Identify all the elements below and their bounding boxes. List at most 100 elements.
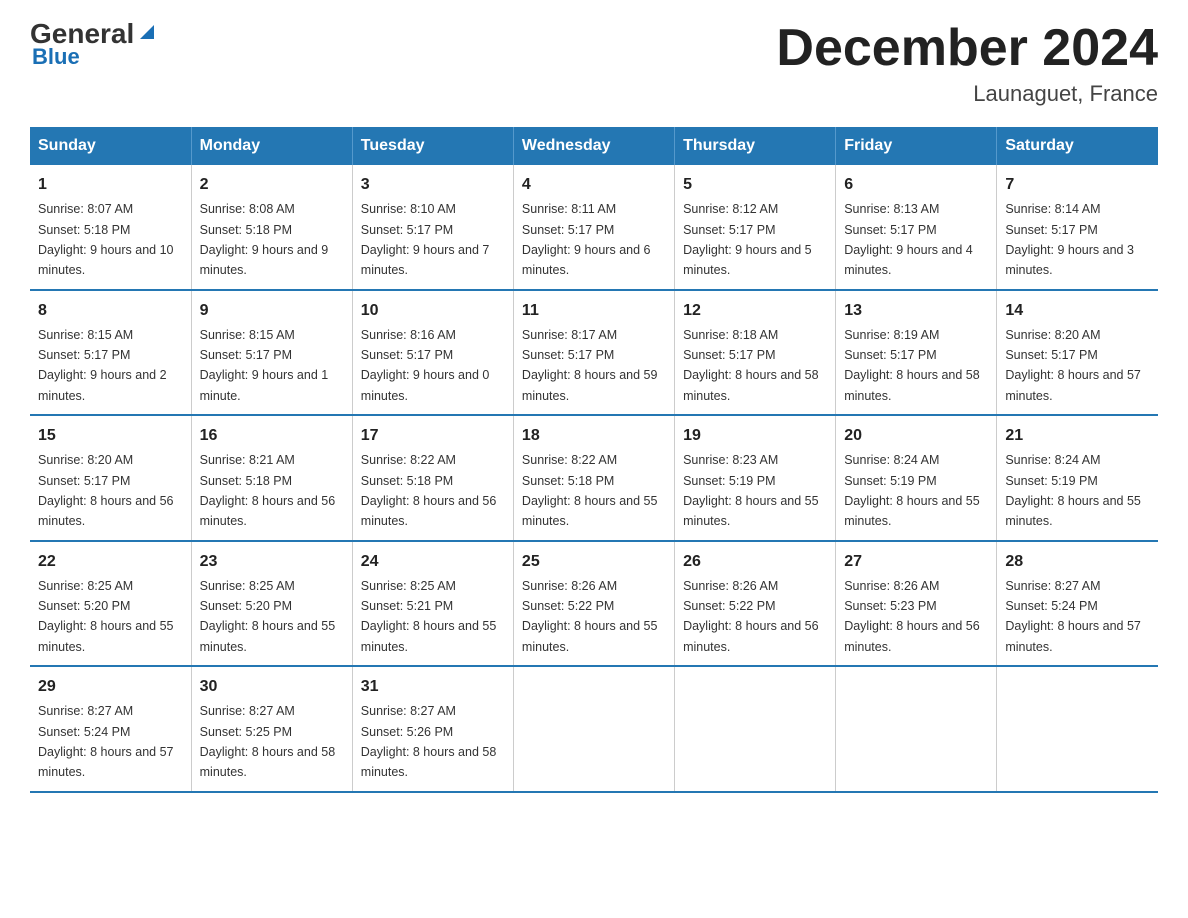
calendar-week-row: 22 Sunrise: 8:25 AMSunset: 5:20 PMDaylig… [30,541,1158,667]
day-info: Sunrise: 8:11 AMSunset: 5:17 PMDaylight:… [522,202,651,277]
calendar-day-cell: 13 Sunrise: 8:19 AMSunset: 5:17 PMDaylig… [836,290,997,416]
calendar-day-cell: 1 Sunrise: 8:07 AMSunset: 5:18 PMDayligh… [30,165,191,290]
day-number: 30 [200,675,344,699]
day-info: Sunrise: 8:22 AMSunset: 5:18 PMDaylight:… [361,453,497,528]
calendar-day-cell: 30 Sunrise: 8:27 AMSunset: 5:25 PMDaylig… [191,666,352,792]
calendar-day-cell: 5 Sunrise: 8:12 AMSunset: 5:17 PMDayligh… [675,165,836,290]
calendar-week-row: 29 Sunrise: 8:27 AMSunset: 5:24 PMDaylig… [30,666,1158,792]
day-number: 22 [38,550,183,574]
calendar-day-cell: 29 Sunrise: 8:27 AMSunset: 5:24 PMDaylig… [30,666,191,792]
calendar-day-cell [675,666,836,792]
location: Launaguet, France [776,81,1158,107]
logo-blue: Blue [32,44,80,70]
day-number: 29 [38,675,183,699]
calendar-day-cell [997,666,1158,792]
calendar-day-cell: 26 Sunrise: 8:26 AMSunset: 5:22 PMDaylig… [675,541,836,667]
day-info: Sunrise: 8:13 AMSunset: 5:17 PMDaylight:… [844,202,973,277]
day-info: Sunrise: 8:27 AMSunset: 5:24 PMDaylight:… [38,704,174,779]
day-info: Sunrise: 8:15 AMSunset: 5:17 PMDaylight:… [38,328,167,403]
day-info: Sunrise: 8:22 AMSunset: 5:18 PMDaylight:… [522,453,658,528]
day-number: 7 [1005,173,1150,197]
day-info: Sunrise: 8:26 AMSunset: 5:22 PMDaylight:… [522,579,658,654]
calendar-day-cell: 23 Sunrise: 8:25 AMSunset: 5:20 PMDaylig… [191,541,352,667]
day-number: 11 [522,299,666,323]
day-info: Sunrise: 8:26 AMSunset: 5:22 PMDaylight:… [683,579,819,654]
day-number: 3 [361,173,505,197]
day-number: 9 [200,299,344,323]
calendar-day-cell: 19 Sunrise: 8:23 AMSunset: 5:19 PMDaylig… [675,415,836,541]
calendar-day-cell: 18 Sunrise: 8:22 AMSunset: 5:18 PMDaylig… [513,415,674,541]
weekday-header-wednesday: Wednesday [513,127,674,165]
day-info: Sunrise: 8:12 AMSunset: 5:17 PMDaylight:… [683,202,812,277]
day-number: 20 [844,424,988,448]
day-info: Sunrise: 8:16 AMSunset: 5:17 PMDaylight:… [361,328,490,403]
day-number: 31 [361,675,505,699]
calendar-day-cell: 4 Sunrise: 8:11 AMSunset: 5:17 PMDayligh… [513,165,674,290]
calendar-day-cell: 28 Sunrise: 8:27 AMSunset: 5:24 PMDaylig… [997,541,1158,667]
day-number: 6 [844,173,988,197]
day-number: 16 [200,424,344,448]
logo: General Blue [30,20,158,70]
day-number: 24 [361,550,505,574]
day-number: 27 [844,550,988,574]
day-info: Sunrise: 8:24 AMSunset: 5:19 PMDaylight:… [844,453,980,528]
calendar-week-row: 8 Sunrise: 8:15 AMSunset: 5:17 PMDayligh… [30,290,1158,416]
day-info: Sunrise: 8:20 AMSunset: 5:17 PMDaylight:… [38,453,174,528]
day-info: Sunrise: 8:24 AMSunset: 5:19 PMDaylight:… [1005,453,1141,528]
day-info: Sunrise: 8:18 AMSunset: 5:17 PMDaylight:… [683,328,819,403]
day-info: Sunrise: 8:27 AMSunset: 5:24 PMDaylight:… [1005,579,1141,654]
day-info: Sunrise: 8:17 AMSunset: 5:17 PMDaylight:… [522,328,658,403]
weekday-header-sunday: Sunday [30,127,191,165]
calendar-day-cell: 2 Sunrise: 8:08 AMSunset: 5:18 PMDayligh… [191,165,352,290]
calendar-day-cell: 15 Sunrise: 8:20 AMSunset: 5:17 PMDaylig… [30,415,191,541]
day-info: Sunrise: 8:23 AMSunset: 5:19 PMDaylight:… [683,453,819,528]
day-info: Sunrise: 8:27 AMSunset: 5:25 PMDaylight:… [200,704,336,779]
day-number: 21 [1005,424,1150,448]
calendar-day-cell [513,666,674,792]
calendar-day-cell: 9 Sunrise: 8:15 AMSunset: 5:17 PMDayligh… [191,290,352,416]
day-info: Sunrise: 8:25 AMSunset: 5:20 PMDaylight:… [38,579,174,654]
calendar-day-cell: 8 Sunrise: 8:15 AMSunset: 5:17 PMDayligh… [30,290,191,416]
calendar-day-cell: 12 Sunrise: 8:18 AMSunset: 5:17 PMDaylig… [675,290,836,416]
weekday-header-monday: Monday [191,127,352,165]
logo-triangle-icon [136,21,158,43]
calendar-day-cell: 14 Sunrise: 8:20 AMSunset: 5:17 PMDaylig… [997,290,1158,416]
calendar-day-cell: 3 Sunrise: 8:10 AMSunset: 5:17 PMDayligh… [352,165,513,290]
day-info: Sunrise: 8:21 AMSunset: 5:18 PMDaylight:… [200,453,336,528]
day-info: Sunrise: 8:25 AMSunset: 5:21 PMDaylight:… [361,579,497,654]
calendar-day-cell: 24 Sunrise: 8:25 AMSunset: 5:21 PMDaylig… [352,541,513,667]
calendar-day-cell: 7 Sunrise: 8:14 AMSunset: 5:17 PMDayligh… [997,165,1158,290]
day-number: 5 [683,173,827,197]
day-number: 25 [522,550,666,574]
day-number: 23 [200,550,344,574]
day-number: 15 [38,424,183,448]
calendar-day-cell: 25 Sunrise: 8:26 AMSunset: 5:22 PMDaylig… [513,541,674,667]
month-title: December 2024 [776,20,1158,77]
day-info: Sunrise: 8:25 AMSunset: 5:20 PMDaylight:… [200,579,336,654]
weekday-header-saturday: Saturday [997,127,1158,165]
day-number: 26 [683,550,827,574]
day-number: 10 [361,299,505,323]
calendar-table: SundayMondayTuesdayWednesdayThursdayFrid… [30,127,1158,793]
day-number: 4 [522,173,666,197]
day-number: 28 [1005,550,1150,574]
day-number: 1 [38,173,183,197]
day-info: Sunrise: 8:07 AMSunset: 5:18 PMDaylight:… [38,202,174,277]
day-info: Sunrise: 8:10 AMSunset: 5:17 PMDaylight:… [361,202,490,277]
calendar-day-cell: 22 Sunrise: 8:25 AMSunset: 5:20 PMDaylig… [30,541,191,667]
calendar-day-cell: 10 Sunrise: 8:16 AMSunset: 5:17 PMDaylig… [352,290,513,416]
calendar-day-cell: 17 Sunrise: 8:22 AMSunset: 5:18 PMDaylig… [352,415,513,541]
day-number: 18 [522,424,666,448]
weekday-header-friday: Friday [836,127,997,165]
day-info: Sunrise: 8:19 AMSunset: 5:17 PMDaylight:… [844,328,980,403]
weekday-header-row: SundayMondayTuesdayWednesdayThursdayFrid… [30,127,1158,165]
day-info: Sunrise: 8:15 AMSunset: 5:17 PMDaylight:… [200,328,329,403]
calendar-week-row: 15 Sunrise: 8:20 AMSunset: 5:17 PMDaylig… [30,415,1158,541]
calendar-day-cell: 11 Sunrise: 8:17 AMSunset: 5:17 PMDaylig… [513,290,674,416]
calendar-day-cell: 6 Sunrise: 8:13 AMSunset: 5:17 PMDayligh… [836,165,997,290]
calendar-week-row: 1 Sunrise: 8:07 AMSunset: 5:18 PMDayligh… [30,165,1158,290]
day-info: Sunrise: 8:08 AMSunset: 5:18 PMDaylight:… [200,202,329,277]
calendar-day-cell: 27 Sunrise: 8:26 AMSunset: 5:23 PMDaylig… [836,541,997,667]
page-header: General Blue December 2024 Launaguet, Fr… [30,20,1158,107]
calendar-day-cell: 20 Sunrise: 8:24 AMSunset: 5:19 PMDaylig… [836,415,997,541]
